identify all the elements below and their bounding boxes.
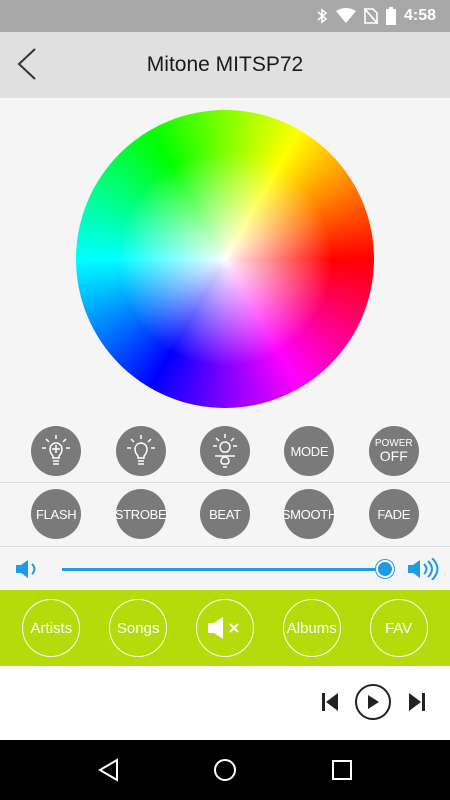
flash-button[interactable]: FLASH: [31, 489, 82, 539]
status-time: 4:58: [403, 7, 436, 24]
system-navigation-bar: [0, 740, 450, 800]
strobe-button[interactable]: STROBE: [114, 489, 167, 539]
fade-button[interactable]: FADE: [368, 489, 419, 539]
color-wheel[interactable]: [76, 110, 374, 408]
content-area: MODE POWER OFF FLASH STROBE BEAT SMOOTH …: [0, 98, 450, 590]
wifi-icon: [335, 8, 356, 23]
songs-button[interactable]: Songs: [109, 599, 168, 657]
smooth-button-label: SMOOTH: [281, 506, 338, 522]
nav-back-icon: [98, 758, 119, 782]
flash-button-label: FLASH: [35, 506, 77, 522]
skip-next-icon[interactable]: [407, 692, 427, 712]
mute-button[interactable]: [195, 599, 254, 657]
status-bar: 4:58: [0, 0, 450, 32]
brightness-down-button[interactable]: [115, 426, 166, 476]
volume-row: [0, 550, 450, 588]
volume-high-icon[interactable]: [406, 558, 440, 580]
bulb-lamp-icon: [212, 434, 237, 468]
power-off-button[interactable]: POWER OFF: [368, 426, 419, 476]
power-button-label-bottom: OFF: [379, 448, 408, 464]
fav-button[interactable]: FAV: [369, 599, 428, 657]
mode-button-label: MODE: [290, 443, 329, 459]
strobe-button-label: STROBE: [114, 506, 167, 522]
app-header: Mitone MITSP72: [0, 32, 450, 98]
light-controls-row: MODE POWER OFF: [0, 420, 450, 482]
nav-back-button[interactable]: [88, 750, 128, 790]
skip-previous-icon[interactable]: [320, 692, 340, 712]
volume-slider[interactable]: [62, 560, 394, 578]
volume-slider-thumb[interactable]: [375, 560, 394, 578]
mute-icon: [207, 617, 239, 639]
no-sim-icon: [363, 8, 378, 24]
mode-button[interactable]: MODE: [284, 426, 335, 476]
beat-button[interactable]: BEAT: [199, 489, 250, 539]
status-icons: 4:58: [316, 0, 436, 32]
nav-recents-icon: [331, 760, 352, 780]
back-button[interactable]: [8, 44, 44, 84]
beat-button-label: BEAT: [209, 506, 241, 522]
player-controls: [0, 666, 450, 740]
volume-slider-fill: [62, 568, 385, 571]
bulb-brightness-down-icon: [126, 435, 155, 465]
page-title: Mitone MITSP72: [146, 53, 304, 76]
nav-home-icon: [213, 759, 236, 781]
divider: [0, 546, 450, 547]
bluetooth-icon: [317, 8, 328, 24]
fade-button-label: FADE: [377, 506, 411, 522]
lamp-button[interactable]: [199, 426, 250, 476]
battery-icon: [385, 7, 396, 25]
smooth-button[interactable]: SMOOTH: [281, 489, 338, 539]
chevron-left-icon: [17, 48, 36, 80]
brightness-up-button[interactable]: [31, 426, 82, 476]
bulb-brightness-up-icon: [42, 435, 71, 465]
music-navigation-bar: Artists Songs Albums FAV: [0, 590, 450, 666]
artists-button[interactable]: Artists: [22, 599, 81, 657]
nav-recents-button[interactable]: [322, 750, 362, 790]
albums-button[interactable]: Albums: [282, 599, 341, 657]
play-icon: [368, 695, 379, 709]
effect-controls-row: FLASH STROBE BEAT SMOOTH FADE: [0, 483, 450, 545]
volume-low-icon[interactable]: [14, 558, 42, 580]
nav-home-button[interactable]: [205, 750, 245, 790]
play-button[interactable]: [355, 684, 391, 720]
